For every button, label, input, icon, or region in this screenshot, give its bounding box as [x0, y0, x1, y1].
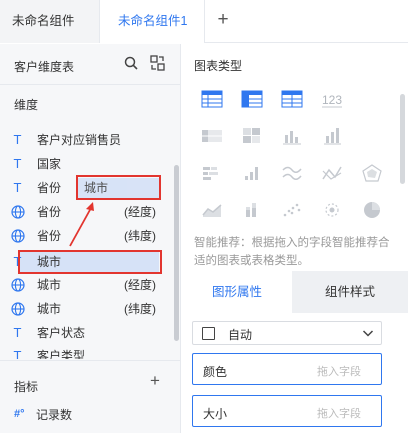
metric-field-label: 记录数 — [36, 408, 73, 422]
dimension-section-title: 维度 — [14, 98, 39, 112]
annotation-box-target — [76, 175, 161, 200]
stacked-bar-icon[interactable] — [199, 162, 225, 184]
column-chart-icon[interactable] — [319, 125, 345, 147]
field-list-scrollbar[interactable] — [174, 165, 179, 341]
dimension-field[interactable]: T 客户对应销售员 — [0, 129, 172, 151]
attribute-tabs: 图形属性 组件样式 — [182, 271, 408, 313]
field-name: 省份 — [37, 205, 62, 219]
text-type-icon: T — [13, 348, 22, 359]
field-name: 客户状态 — [37, 326, 86, 340]
tab-component-style[interactable]: 组件样式 — [292, 271, 408, 313]
area-chart-icon[interactable] — [199, 199, 225, 221]
dimension-field[interactable]: T 国家 — [0, 153, 172, 175]
dimension-field[interactable]: 城市 (经度) — [0, 274, 172, 296]
heatmap-icon[interactable] — [239, 125, 265, 147]
text-type-icon: T — [13, 180, 22, 195]
text-type-icon: T — [13, 132, 22, 147]
size-drop-zone[interactable]: 大小 拖入字段 — [192, 395, 382, 427]
dimension-field[interactable]: T 客户类型 — [0, 345, 172, 359]
tab-unnamed-component-1[interactable]: 未命名组件1 — [100, 0, 205, 44]
globe-icon — [10, 204, 25, 220]
switch-dataset-icon[interactable] — [150, 55, 165, 71]
color-placeholder: 拖入字段 — [317, 366, 361, 378]
color-label: 颜色 — [203, 365, 228, 379]
component-tab-bar: 未命名组件 未命名组件1 + — [0, 0, 408, 44]
chart-panel-scrollbar[interactable] — [400, 94, 405, 184]
field-suffix: (经度) — [124, 278, 156, 292]
color-drop-zone[interactable]: 颜色 拖入字段 — [192, 353, 382, 385]
metric-section-title: 指标 — [14, 380, 39, 394]
size-placeholder: 拖入字段 — [317, 408, 361, 420]
text-type-icon: T — [13, 156, 22, 171]
field-name: 城市 — [37, 278, 62, 292]
field-name: 省份 — [37, 181, 62, 195]
globe-icon — [10, 228, 25, 244]
field-suffix: (经度) — [124, 205, 156, 219]
kpi-number-icon[interactable]: 123 — [319, 88, 345, 110]
square-mark-icon — [202, 327, 215, 340]
field-suffix: (纬度) — [124, 302, 156, 316]
field-suffix: (纬度) — [124, 229, 156, 243]
grouped-table-icon[interactable] — [199, 125, 225, 147]
line-chart-icon[interactable] — [279, 162, 305, 184]
search-icon[interactable] — [124, 56, 138, 70]
size-label: 大小 — [203, 407, 228, 421]
detail-table-icon[interactable] — [279, 88, 305, 110]
dimension-field[interactable]: T 客户状态 — [0, 322, 172, 344]
dataset-title: 客户维度表 — [14, 60, 75, 74]
tab-unnamed-component[interactable]: 未命名组件 — [0, 0, 100, 43]
number-type-icon: #° — [14, 408, 25, 420]
divider — [0, 360, 180, 361]
smart-recommend-hint: 智能推荐：根据拖入的字段智能推荐合适的图表或表格类型。 — [194, 237, 390, 267]
field-name: 客户类型 — [37, 349, 86, 359]
chart-config-panel: 图表类型 123 智能推荐：根据拖入的字段智能推荐合适的图表或表格类型。 图形属… — [182, 44, 408, 433]
field-panel: 客户维度表 维度 T 客户对应销售员 T 国家 T 省份 省份 (经度) 省份 (纬度) T 城市 城市… — [0, 44, 181, 433]
globe-icon — [10, 277, 25, 293]
svg-text:123: 123 — [322, 93, 342, 107]
cross-table-icon[interactable] — [239, 88, 265, 110]
table-icon[interactable] — [199, 88, 225, 110]
mark-type-select[interactable]: 自动 — [192, 321, 382, 345]
radar-icon[interactable] — [359, 162, 385, 184]
pie-chart-icon[interactable] — [359, 199, 385, 221]
scatter-line-icon[interactable] — [319, 162, 345, 184]
bar-chart-icon[interactable] — [279, 125, 305, 147]
scatter-icon[interactable] — [279, 199, 305, 221]
field-name: 城市 — [37, 302, 62, 316]
add-tab-button[interactable]: + — [213, 10, 233, 31]
field-name: 客户对应销售员 — [37, 133, 122, 147]
divider — [0, 84, 180, 85]
chart-type-title: 图表类型 — [194, 59, 243, 73]
mark-type-value: 自动 — [228, 328, 253, 342]
tab-graphic-attributes[interactable]: 图形属性 — [182, 271, 292, 313]
metric-field-record-count[interactable]: #° 记录数 — [14, 406, 72, 422]
step-column-icon[interactable] — [239, 162, 265, 184]
dimension-field[interactable]: 省份 (纬度) — [0, 225, 172, 247]
add-metric-button[interactable]: + — [148, 372, 162, 389]
dimension-field[interactable]: 省份 (经度) — [0, 201, 172, 223]
chevron-down-icon — [362, 330, 374, 337]
dimension-field[interactable]: 城市 (纬度) — [0, 298, 172, 320]
stacked-column-icon[interactable] — [239, 199, 265, 221]
bubble-icon[interactable] — [319, 199, 345, 221]
field-name: 省份 — [37, 229, 62, 243]
annotation-box-source — [18, 250, 162, 274]
text-type-icon: T — [13, 325, 22, 340]
field-name: 国家 — [37, 157, 62, 171]
globe-icon — [10, 301, 25, 317]
